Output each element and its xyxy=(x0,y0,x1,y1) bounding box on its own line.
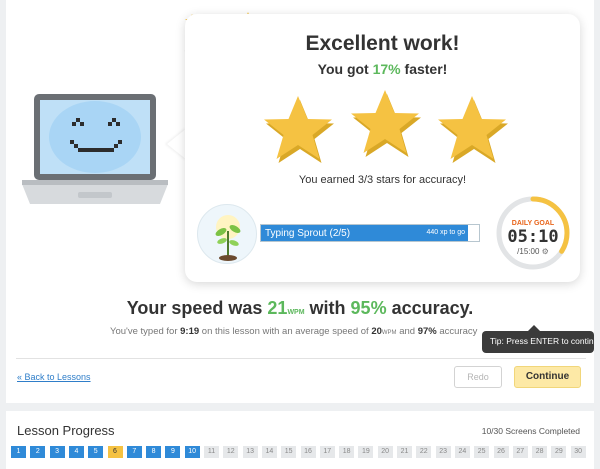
speed-middle: with xyxy=(304,298,351,318)
screen-cell-6[interactable]: 6 xyxy=(107,446,123,458)
screen-cell-13: 13 xyxy=(242,446,258,458)
screens-completed-count: 10/30 Screens Completed xyxy=(481,426,580,436)
screen-cell-24: 24 xyxy=(454,446,470,458)
daily-goal-target-text: /15:00 xyxy=(517,247,540,256)
screen-cell-12: 12 xyxy=(223,446,239,458)
typed-avg: 20 xyxy=(371,326,382,337)
typed-part4: accuracy xyxy=(436,326,478,337)
speed-prefix: Your speed was xyxy=(126,298,268,318)
divider xyxy=(16,358,586,359)
screen-cell-8[interactable]: 8 xyxy=(146,446,162,458)
subtitle-suffix: faster! xyxy=(400,61,448,77)
screen-cell-7[interactable]: 7 xyxy=(126,446,142,458)
typed-part1: You've typed for xyxy=(110,326,181,337)
screen-cell-4[interactable]: 4 xyxy=(68,446,84,458)
laptop-mascot-icon xyxy=(22,94,168,204)
screen-cell-30: 30 xyxy=(570,446,586,458)
screen-cell-15: 15 xyxy=(281,446,297,458)
screen-cell-2[interactable]: 2 xyxy=(30,446,46,458)
screen-cell-14: 14 xyxy=(261,446,277,458)
screen-cell-28: 28 xyxy=(532,446,548,458)
typed-acc: 97% xyxy=(417,326,437,337)
screen-cell-29: 29 xyxy=(551,446,567,458)
screen-cell-23: 23 xyxy=(435,446,451,458)
daily-goal-time: 05:10 xyxy=(507,227,559,247)
star-icon xyxy=(264,96,334,163)
screen-cell-22: 22 xyxy=(416,446,432,458)
speech-bubble-tail xyxy=(167,128,187,160)
result-title: Excellent work! xyxy=(305,32,460,55)
screen-progress-cells: 1 2 3 4 5 6 7 8 9 10 11 12 13 14 15 16 17 18 19 20 21 22 23 24 2… xyxy=(6,446,594,458)
typed-unit: WPM xyxy=(381,330,397,336)
speed-suffix: accuracy. xyxy=(386,298,474,318)
screen-cell-25: 25 xyxy=(474,446,490,458)
typed-part2: on this lesson with an average speed of xyxy=(199,326,372,337)
star-icon xyxy=(351,90,421,157)
typed-time: 9:19 xyxy=(180,326,200,337)
sprout-badge xyxy=(197,204,257,264)
screen-cell-19: 19 xyxy=(358,446,374,458)
result-subtitle: You got 17% faster! xyxy=(185,61,580,77)
screen-cell-3[interactable]: 3 xyxy=(49,446,65,458)
screen-cell-10[interactable]: 10 xyxy=(184,446,200,458)
speed-summary: Your speed was 21WPM with 95% accuracy. xyxy=(6,298,594,319)
xp-remaining-label: 440 xp to go xyxy=(426,229,465,236)
screen-cell-5[interactable]: 5 xyxy=(88,446,104,458)
screen-cell-17: 17 xyxy=(319,446,335,458)
screen-cell-20: 20 xyxy=(377,446,393,458)
lesson-progress-panel: Lesson Progress 10/30 Screens Completed … xyxy=(6,411,594,469)
enter-tip-tooltip: Tip: Press ENTER to continue xyxy=(482,331,594,353)
screen-cell-16: 16 xyxy=(300,446,316,458)
back-to-lessons-link[interactable]: « Back to Lessons xyxy=(17,372,91,382)
stars-earned xyxy=(264,90,508,163)
screen-cell-18: 18 xyxy=(339,446,355,458)
sprout-icon xyxy=(215,215,241,261)
screen-cell-11: 11 xyxy=(204,446,219,458)
speed-wpm: 21 xyxy=(267,298,288,318)
stars-earned-text: You earned 3/3 stars for accuracy! xyxy=(298,174,467,186)
screen-cell-1[interactable]: 1 xyxy=(11,446,26,458)
daily-goal-target: /15:00 ⚙ xyxy=(496,247,570,256)
xp-level-label: Typing Sprout (2/5) xyxy=(265,228,351,239)
typed-part3: and xyxy=(396,326,418,337)
xp-progress-bar: Typing Sprout (2/5) 440 xp to go xyxy=(260,224,480,242)
daily-goal-widget: DAILY GOAL 05:10 /15:00 ⚙ xyxy=(496,196,570,270)
lesson-progress-title: Lesson Progress xyxy=(17,423,115,438)
faster-percent: 17% xyxy=(372,61,401,77)
screen-cell-21: 21 xyxy=(397,446,412,458)
gear-icon[interactable]: ⚙ xyxy=(542,247,549,256)
redo-button[interactable]: Redo xyxy=(454,366,502,388)
subtitle-prefix: You got xyxy=(317,61,373,77)
speed-wpm-unit: WPM xyxy=(287,309,305,316)
screen-cell-27: 27 xyxy=(512,446,528,458)
screen-cell-9[interactable]: 9 xyxy=(165,446,181,458)
speed-accuracy: 95% xyxy=(350,298,387,318)
continue-button[interactable]: Continue xyxy=(514,366,581,388)
lesson-stats-text: You've typed for 9:19 on this lesson wit… xyxy=(110,326,510,337)
result-card: Excellent work! You got 17% faster! You … xyxy=(185,14,580,282)
screen-cell-26: 26 xyxy=(493,446,509,458)
star-icon xyxy=(438,96,508,163)
daily-goal-label: DAILY GOAL xyxy=(511,220,555,227)
